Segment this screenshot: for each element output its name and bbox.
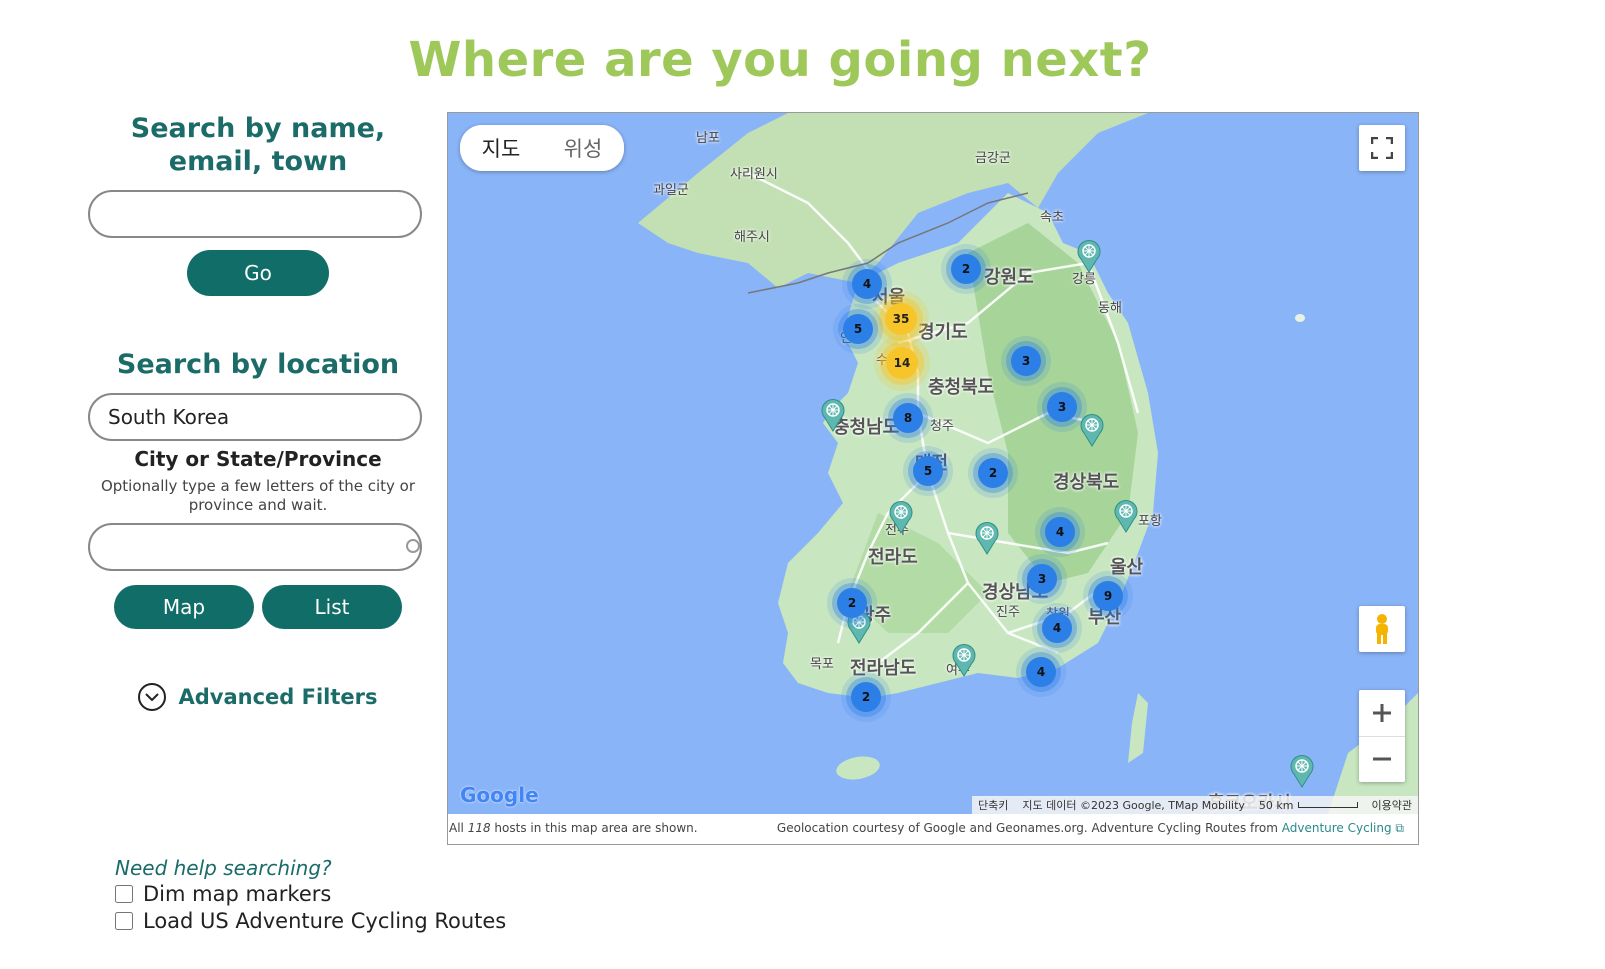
pegman-icon — [1376, 614, 1388, 644]
cluster-marker[interactable]: 3 — [1027, 564, 1057, 594]
search-location-heading: Search by location — [116, 349, 400, 380]
cluster-marker[interactable]: 4 — [1045, 517, 1075, 547]
bike-marker-icon[interactable] — [951, 643, 977, 677]
loading-spinner-icon — [406, 539, 420, 553]
adventure-cycling-link[interactable]: Adventure Cycling — [1282, 821, 1392, 835]
city-input[interactable] — [88, 523, 422, 571]
map-label: 울산 — [1110, 557, 1144, 578]
country-input[interactable] — [88, 393, 422, 441]
map-label: 경상북도 — [1053, 472, 1120, 493]
fullscreen-button[interactable] — [1359, 125, 1405, 171]
map-label: 경기도 — [918, 322, 968, 343]
chevron-down-icon — [138, 683, 167, 711]
google-logo: Google — [460, 783, 539, 807]
scale-label: 50 km — [1258, 798, 1294, 812]
map-label: 진주 — [996, 605, 1020, 620]
list-button[interactable]: List — [262, 585, 402, 629]
bike-marker-icon[interactable] — [1079, 413, 1105, 447]
dim-markers-option[interactable]: Dim map markers — [115, 882, 331, 906]
map-label: 강원도 — [984, 267, 1034, 288]
map-label: 포항 — [1138, 514, 1162, 529]
map-label: 사리원시 — [730, 167, 778, 182]
geo-note: Geolocation courtesy of Google and Geona… — [777, 821, 1404, 836]
map-label: 동해 — [1098, 301, 1122, 316]
map-type-satellite-button[interactable]: 위성 — [542, 125, 624, 171]
cluster-marker[interactable]: 3 — [1047, 392, 1077, 422]
search-panel: Search by name, email, town Go Search by… — [88, 112, 428, 711]
cluster-marker[interactable]: 2 — [851, 682, 881, 712]
dim-markers-label: Dim map markers — [143, 882, 332, 906]
load-routes-label: Load US Adventure Cycling Routes — [143, 909, 507, 933]
plus-icon — [1373, 703, 1391, 722]
map-label: 과일군 — [653, 183, 689, 198]
geo-note-text: Geolocation courtesy of Google and Geona… — [776, 821, 1282, 835]
map-container: 남포 금강군 과일군 사리원시 해주시 속초 강릉 동해 서울 경기도 강원도 … — [447, 112, 1419, 845]
hosts-count: 118 — [467, 821, 491, 835]
map-label: 전라도 — [868, 547, 918, 568]
map-button[interactable]: Map — [114, 585, 254, 629]
fullscreen-icon — [1371, 137, 1393, 159]
map-attribution: 단축키 지도 데이터 ©2023 Google, TMap Mobility 5… — [972, 796, 1418, 814]
bike-marker-icon[interactable] — [1076, 239, 1102, 273]
city-hint: Optionally type a few letters of the cit… — [100, 477, 416, 514]
load-routes-checkbox[interactable] — [115, 912, 133, 930]
cluster-marker[interactable]: 2 — [837, 588, 867, 618]
cluster-marker[interactable]: 5 — [843, 314, 873, 344]
search-name-heading: Search by name, email, town — [130, 113, 386, 177]
external-link-icon: ⧉ — [1391, 821, 1404, 835]
bike-marker-icon[interactable] — [974, 521, 1000, 555]
cluster-marker[interactable]: 2 — [978, 458, 1008, 488]
terms-link[interactable]: 이용약관 — [1372, 797, 1412, 813]
bike-marker-icon[interactable] — [1289, 754, 1315, 788]
advanced-filters-toggle[interactable]: Advanced Filters — [88, 683, 428, 711]
scale-bar[interactable]: 50 km — [1259, 799, 1358, 812]
name-search-input[interactable] — [88, 190, 422, 238]
bike-marker-icon[interactable] — [820, 398, 846, 432]
map-label: 금강군 — [975, 151, 1011, 166]
map-label: 충청북도 — [928, 377, 995, 398]
city-label: City or State/Province — [134, 447, 382, 471]
cluster-marker[interactable]: 4 — [852, 269, 882, 299]
map-label: 남포 — [696, 131, 720, 146]
map-label: 전라남도 — [850, 658, 917, 679]
page-title: Where are you going next? — [408, 32, 1152, 88]
cluster-marker[interactable]: 3 — [1011, 346, 1041, 376]
cluster-marker[interactable]: 4 — [1042, 613, 1072, 643]
map-data-text: 지도 데이터 ©2023 Google, TMap Mobility — [1022, 799, 1245, 812]
map-type-toggle: 지도 위성 — [460, 125, 624, 171]
dim-markers-checkbox[interactable] — [115, 885, 133, 903]
map-label: 청주 — [930, 419, 954, 434]
zoom-control — [1359, 690, 1405, 782]
minus-icon — [1373, 757, 1391, 761]
help-link[interactable]: Need help searching? — [115, 856, 332, 880]
go-button[interactable]: Go — [187, 250, 329, 296]
cluster-marker[interactable]: 8 — [893, 403, 923, 433]
bike-marker-icon[interactable] — [1113, 499, 1139, 533]
map-canvas[interactable]: 남포 금강군 과일군 사리원시 해주시 속초 강릉 동해 서울 경기도 강원도 … — [448, 113, 1418, 814]
hosts-note-prefix: All — [449, 821, 468, 835]
map-type-roadmap-button[interactable]: 지도 — [460, 125, 542, 171]
hosts-note-suffix: hosts in this map area are shown. — [490, 821, 698, 835]
map-label: 목포 — [810, 657, 834, 672]
cluster-marker[interactable]: 4 — [1026, 657, 1056, 687]
zoom-in-button[interactable] — [1359, 690, 1405, 737]
keyboard-shortcuts-link[interactable]: 단축키 — [978, 797, 1008, 813]
cluster-marker[interactable]: 14 — [886, 347, 918, 379]
hosts-note: All 118 hosts in this map area are shown… — [449, 821, 698, 835]
street-view-button[interactable] — [1359, 606, 1405, 652]
cluster-marker[interactable]: 5 — [913, 456, 943, 486]
bike-marker-icon[interactable] — [888, 500, 914, 534]
cluster-marker[interactable]: 35 — [885, 303, 917, 335]
advanced-filters-label: Advanced Filters — [178, 685, 378, 709]
cluster-marker[interactable]: 9 — [1093, 581, 1123, 611]
cluster-marker[interactable]: 2 — [951, 254, 981, 284]
map-label: 해주시 — [734, 230, 770, 245]
map-label: 속초 — [1040, 210, 1064, 225]
load-routes-option[interactable]: Load US Adventure Cycling Routes — [115, 909, 506, 933]
scale-line — [1297, 802, 1358, 808]
zoom-out-button[interactable] — [1359, 737, 1405, 783]
